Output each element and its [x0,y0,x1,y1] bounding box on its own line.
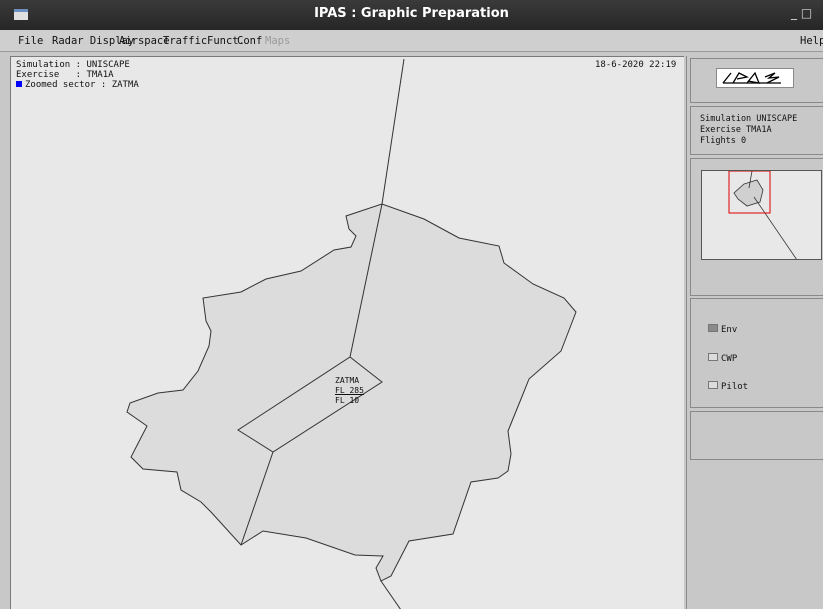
sector-name: ZATMA [335,376,360,385]
menu-traffic[interactable]: Traffic [163,35,207,47]
pilot-checkbox-box[interactable] [708,381,718,389]
mode-panel: Env CWP Pilot [690,298,823,408]
overview-minimap[interactable] [701,170,822,260]
ipas-logo [716,68,794,88]
logo-panel [690,58,823,103]
airspace-drawing [126,58,577,609]
simulation-details: Simulation UNISCAPE Exercise TMA1A Fligh… [700,114,797,147]
simulation-panel: Simulation UNISCAPE Exercise TMA1A Fligh… [690,106,823,155]
pilot-checkbox[interactable]: Pilot [708,381,748,392]
window-title: IPAS : Graphic Preparation [314,6,509,21]
title-bar: IPAS : Graphic Preparation _ □ [0,0,823,30]
menu-maps: Maps [265,35,291,47]
env-label: Env [721,325,738,335]
airway-line-north [381,58,405,205]
cwp-checkbox[interactable]: CWP [708,353,737,364]
menu-file[interactable]: File [18,35,43,47]
side-exercise: Exercise TMA1A [700,125,772,135]
cwp-checkbox-box[interactable] [708,353,718,361]
cwp-label: CWP [721,354,738,364]
menu-bar: File Radar Display Airspace Traffic Func… [0,30,823,52]
side-panel: Simulation UNISCAPE Exercise TMA1A Fligh… [686,56,823,609]
window-controls[interactable]: _ □ [791,6,812,20]
menu-airspace[interactable]: Airspace [119,35,170,47]
radar-map[interactable]: Simulation : UNISCAPE Exercise : TMA1A Z… [10,56,684,609]
sector-lower-level: FL 10 [335,396,360,405]
overview-panel [690,158,823,296]
env-checkbox-box[interactable] [708,324,718,332]
airway-line-exit [380,580,401,609]
pilot-label: Pilot [721,382,749,392]
empty-panel [690,411,823,460]
side-simulation: Simulation UNISCAPE [700,114,798,124]
side-flights: Flights 0 [700,136,747,146]
menu-conf[interactable]: Conf [237,35,262,47]
menu-help[interactable]: Help [800,35,823,47]
env-checkbox[interactable]: Env [708,324,737,335]
sector-upper-level: FL 285 [335,386,364,395]
